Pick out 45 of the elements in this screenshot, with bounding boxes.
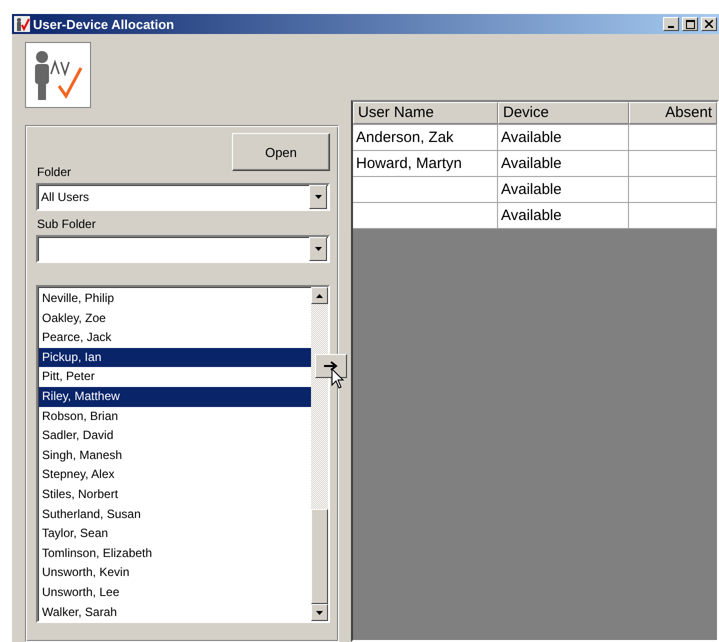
window-title: User-Device Allocation bbox=[33, 16, 176, 32]
user-list-item[interactable]: Pitt, Peter bbox=[39, 367, 311, 387]
user-list-item[interactable]: Walker, Sarah bbox=[39, 602, 311, 622]
user-list-item[interactable]: Unsworth, Kevin bbox=[39, 563, 311, 583]
arrow-right-icon bbox=[324, 361, 338, 371]
table-cell: Available bbox=[498, 177, 629, 202]
user-list-item[interactable]: Pickup, Ian bbox=[39, 348, 311, 368]
user-list-item[interactable]: Neville, Philip bbox=[39, 289, 311, 309]
scrollbar[interactable] bbox=[311, 287, 328, 621]
table-cell: Howard, Martyn bbox=[353, 151, 498, 176]
open-button[interactable]: Open bbox=[232, 133, 330, 171]
maximize-button[interactable] bbox=[682, 17, 698, 31]
sub-folder-label: Sub Folder bbox=[37, 217, 97, 231]
user-list-item[interactable]: Pearce, Jack bbox=[39, 328, 311, 348]
dropdown-arrow-icon bbox=[316, 610, 323, 614]
scroll-up-icon bbox=[316, 294, 323, 298]
user-list-item[interactable]: Stiles, Norbert bbox=[39, 484, 311, 505]
close-button[interactable] bbox=[701, 17, 717, 31]
user-list-item[interactable]: Taylor, Sean bbox=[39, 524, 311, 544]
user-list-item[interactable]: Tomlinson, Elizabeth bbox=[39, 544, 311, 564]
close-icon bbox=[705, 20, 713, 28]
user-list-item[interactable]: Robson, Brian bbox=[39, 406, 311, 426]
sub-folder-dropdown[interactable] bbox=[36, 235, 330, 263]
move-right-button[interactable] bbox=[315, 354, 347, 378]
user-list-item[interactable]: Singh, Manesh bbox=[39, 446, 311, 466]
table-cell: Available bbox=[498, 203, 629, 228]
dropdown-arrow-icon bbox=[314, 247, 322, 251]
app-icon bbox=[14, 16, 30, 32]
maximize-icon bbox=[686, 20, 694, 28]
table-cell: Available bbox=[498, 151, 629, 176]
user-list-item[interactable]: Sadler, David bbox=[39, 426, 311, 446]
column-header[interactable]: Absent bbox=[629, 102, 717, 124]
user-list-item[interactable]: Oakley, Zoe bbox=[39, 308, 311, 328]
user-list-item[interactable]: Unsworth, Lee bbox=[39, 582, 311, 602]
column-header[interactable]: User Name bbox=[353, 102, 498, 124]
user-list-item[interactable]: Riley, Matthew bbox=[39, 386, 311, 407]
user-list-item[interactable]: Sutherland, Susan bbox=[39, 504, 311, 524]
minimize-button[interactable] bbox=[663, 17, 679, 31]
column-header[interactable]: Device bbox=[498, 102, 629, 124]
table-cell: Available bbox=[498, 125, 629, 150]
user-list-item[interactable]: Stepney, Alex bbox=[39, 465, 311, 485]
dropdown-arrow-icon bbox=[314, 195, 322, 199]
folder-dropdown[interactable]: All Users bbox=[36, 183, 330, 211]
table-cell: Anderson, Zak bbox=[353, 125, 498, 150]
folder-label: Folder bbox=[37, 165, 72, 179]
